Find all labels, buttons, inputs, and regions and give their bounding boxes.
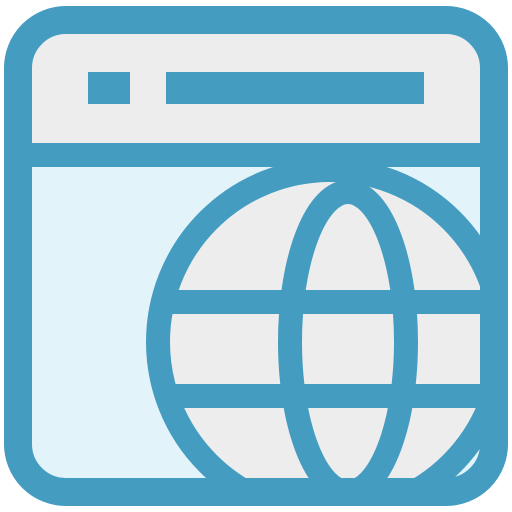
icon-svg xyxy=(4,6,508,506)
web-browser-globe-icon xyxy=(0,0,512,512)
address-bar xyxy=(166,72,424,104)
title-bar-dot xyxy=(88,72,130,104)
